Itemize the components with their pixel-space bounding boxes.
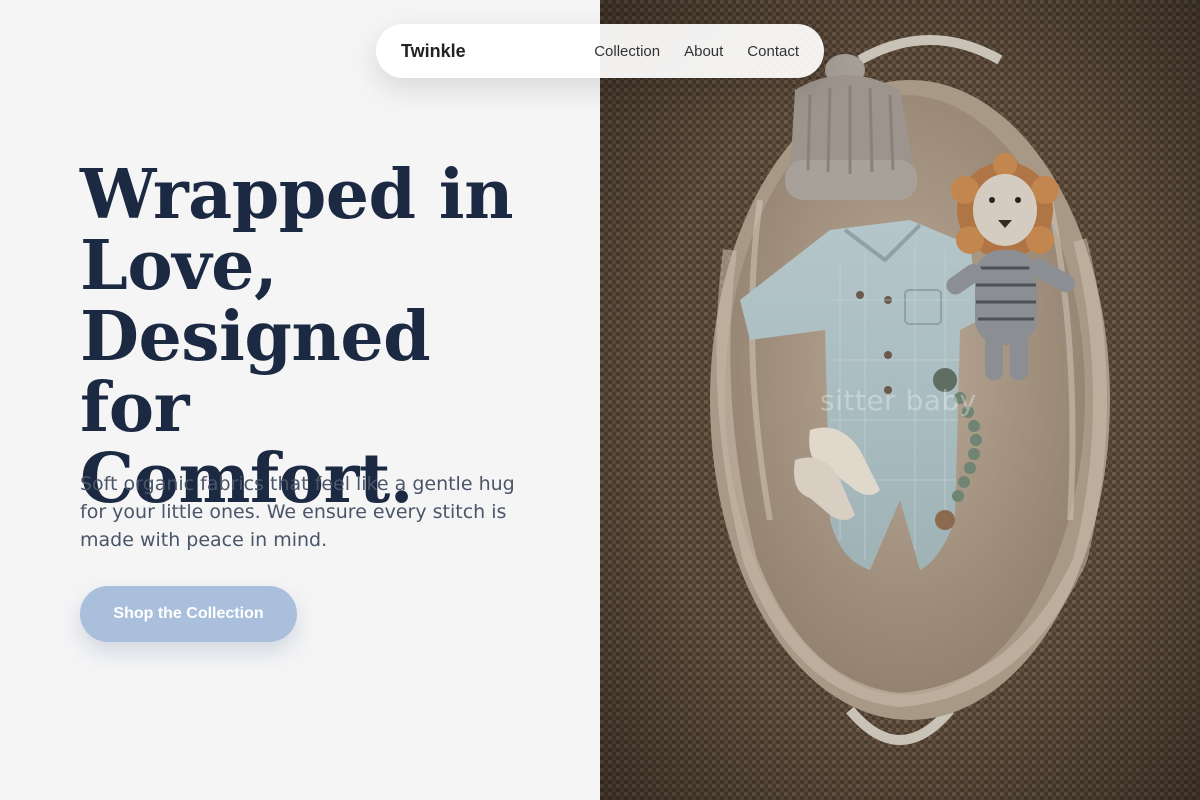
photo-watermark: sitter baby: [820, 384, 977, 417]
hero-subtext: Soft organic fabrics that feel like a ge…: [80, 473, 515, 551]
nav-link-contact[interactable]: Contact: [747, 43, 799, 60]
nav-link-about[interactable]: About: [684, 43, 723, 60]
page: Wrapped in Love, Designed for Comfort. S…: [0, 0, 1200, 800]
hero-panel: Wrapped in Love, Designed for Comfort. S…: [0, 0, 600, 800]
headline-line: Designed for: [80, 297, 431, 448]
nav-link-collection[interactable]: Collection: [594, 43, 660, 60]
headline-line: Wrapped in: [80, 155, 514, 235]
brand-logo[interactable]: Twinkle: [401, 41, 466, 62]
hero-headline: Wrapped in Love, Designed for Comfort.: [80, 160, 560, 515]
hero-photo: sitter baby: [600, 0, 1200, 800]
nav-links: Collection About Contact: [594, 43, 799, 60]
shop-collection-button[interactable]: Shop the Collection: [80, 586, 297, 642]
headline-line: Love,: [80, 226, 278, 306]
top-nav: Twinkle Collection About Contact: [376, 24, 824, 78]
